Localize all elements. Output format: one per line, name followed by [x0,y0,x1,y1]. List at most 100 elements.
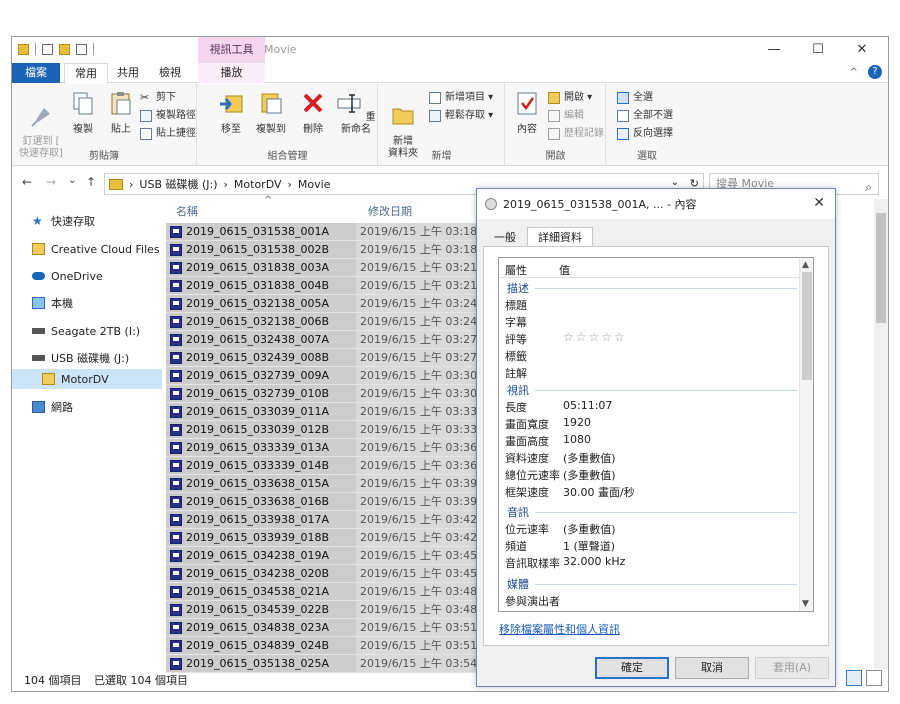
file-name-cell[interactable]: 2019_0615_034839_024B [166,637,356,655]
scroll-up-arrow-icon[interactable]: ▲ [802,260,809,270]
tab-home[interactable]: 常用 [64,63,108,84]
property-list-scrollbar[interactable]: ▲ ▼ [799,258,813,611]
dialog-close-button[interactable]: ✕ [813,195,825,211]
table-row[interactable]: 2019_0615_033039_012B 2019/6/15 上午 03:33 [166,421,484,439]
property-row[interactable]: 評等 ☆☆☆☆☆ [505,330,795,347]
table-row[interactable]: 2019_0615_033638_015A 2019/6/15 上午 03:39 [166,475,484,493]
select-none-button[interactable]: 全部不選 [617,108,673,124]
copy-to-button[interactable]: 複製到 [254,90,288,136]
file-name-cell[interactable]: 2019_0615_031538_002B [166,241,356,259]
delete-button[interactable]: 刪除 [298,90,328,136]
table-row[interactable]: 2019_0615_034238_019A 2019/6/15 上午 03:45 [166,547,484,565]
file-name-cell[interactable]: 2019_0615_033638_016B [166,493,356,511]
file-name-cell[interactable]: 2019_0615_034838_023A [166,619,356,637]
file-name-cell[interactable]: 2019_0615_033938_017A [166,511,356,529]
customize-toolbar-icon[interactable] [76,43,87,55]
property-row[interactable]: 畫面寬度 1920 [505,415,795,432]
nav-item-quick-access[interactable]: ★ 快速存取 [12,211,162,231]
open-button[interactable]: 開啟 ▾ [548,90,592,106]
breadcrumb-motordv[interactable]: MotorDV [234,178,282,191]
details-view-icon[interactable] [846,670,862,686]
property-row[interactable]: 註解 [505,364,795,381]
cancel-button[interactable]: 取消 [675,657,749,679]
table-row[interactable]: 2019_0615_034539_022B 2019/6/15 上午 03:48 [166,601,484,619]
table-row[interactable]: 2019_0615_031538_002B 2019/6/15 上午 03:18 [166,241,484,259]
move-to-button[interactable]: 移至 [216,90,246,136]
file-name-cell[interactable]: 2019_0615_032739_009A [166,367,356,385]
property-row[interactable]: 總位元速率 (多重數值) [505,466,795,483]
nav-item-seagate[interactable]: Seagate 2TB (I:) [12,321,162,341]
cut-button[interactable]: ✂ 剪下 [140,90,176,106]
file-name-cell[interactable]: 2019_0615_033039_011A [166,403,356,421]
file-name-cell[interactable]: 2019_0615_034238_020B [166,565,356,583]
nav-item-onedrive[interactable]: OneDrive [12,266,162,286]
file-name-cell[interactable]: 2019_0615_033638_015A [166,475,356,493]
file-name-cell[interactable]: 2019_0615_034538_021A [166,583,356,601]
property-row[interactable]: 位元速率 (多重數值) [505,520,795,537]
copy-button[interactable]: 複製 [68,90,98,136]
help-icon[interactable]: ? [868,65,882,79]
forward-button[interactable]: → [46,175,56,189]
new-item-button[interactable]: 新增項目 ▾ [429,90,493,106]
paste-button[interactable]: 貼上 [106,90,136,136]
table-row[interactable]: 2019_0615_034838_023A 2019/6/15 上午 03:51 [166,619,484,637]
file-name-cell[interactable]: 2019_0615_031838_003A [166,259,356,277]
rename-button[interactable]: 重新命名 [336,90,376,136]
property-row[interactable]: 參與演出者 [505,592,795,609]
table-row[interactable]: 2019_0615_032739_009A 2019/6/15 上午 03:30 [166,367,484,385]
property-row[interactable]: 資料速度 (多重數值) [505,449,795,466]
select-all-button[interactable]: 全選 [617,90,653,106]
tab-general[interactable]: 一般 [483,227,527,247]
paste-shortcut-button[interactable]: 貼上捷徑 [140,126,196,142]
property-row[interactable]: 長度 05:11:07 [505,398,795,415]
table-row[interactable]: 2019_0615_032138_006B 2019/6/15 上午 03:24 [166,313,484,331]
tab-share[interactable]: 共用 [108,63,148,83]
file-name-cell[interactable]: 2019_0615_032138_006B [166,313,356,331]
file-name-cell[interactable]: 2019_0615_033039_012B [166,421,356,439]
tab-play[interactable]: 播放 [198,63,265,83]
search-icon[interactable]: ⌕ [865,177,872,197]
table-row[interactable]: 2019_0615_031838_004B 2019/6/15 上午 03:21 [166,277,484,295]
file-name-cell[interactable]: 2019_0615_032138_005A [166,295,356,313]
property-row[interactable]: 頻道 1 (單聲道) [505,537,795,554]
table-row[interactable]: 2019_0615_032138_005A 2019/6/15 上午 03:24 [166,295,484,313]
property-row[interactable]: 畫面高度 1080 [505,432,795,449]
file-name-cell[interactable]: 2019_0615_031838_004B [166,277,356,295]
table-row[interactable]: 2019_0615_033339_014B 2019/6/15 上午 03:36 [166,457,484,475]
large-icons-view-icon[interactable] [866,670,882,686]
column-header-property[interactable]: 屬性 [505,262,527,278]
breadcrumb-movie[interactable]: Movie [298,178,331,191]
table-row[interactable]: 2019_0615_032739_010B 2019/6/15 上午 03:30 [166,385,484,403]
property-row[interactable]: 標籤 [505,347,795,364]
new-folder-icon[interactable] [59,43,70,55]
recent-locations-button[interactable]: ⌄ [68,175,76,186]
scroll-down-arrow-icon[interactable]: ▼ [802,599,809,609]
up-button[interactable]: ↑ [86,175,96,189]
scrollbar-thumb[interactable] [876,213,886,323]
file-name-cell[interactable]: 2019_0615_033339_014B [166,457,356,475]
table-row[interactable]: 2019_0615_033638_016B 2019/6/15 上午 03:39 [166,493,484,511]
tab-view[interactable]: 檢視 [150,63,190,83]
file-list-scrollbar[interactable] [874,199,888,669]
minimize-button[interactable]: — [752,39,796,61]
file-name-cell[interactable]: 2019_0615_032439_008B [166,349,356,367]
remove-properties-link[interactable]: 移除檔案屬性和個人資訊 [499,621,620,637]
tab-file[interactable]: 檔案 [12,63,60,83]
table-row[interactable]: 2019_0615_033939_018B 2019/6/15 上午 03:42 [166,529,484,547]
table-row[interactable]: 2019_0615_033039_011A 2019/6/15 上午 03:33 [166,403,484,421]
easy-access-button[interactable]: 輕鬆存取 ▾ [429,108,493,124]
property-row[interactable]: 框架速度 30.00 畫面/秒 [505,483,795,500]
file-name-cell[interactable]: 2019_0615_034539_022B [166,601,356,619]
address-dropdown-button[interactable]: ⌄ [671,177,679,188]
ok-button[interactable]: 確定 [595,657,669,679]
copy-path-button[interactable]: 複製路徑 [140,108,196,124]
table-row[interactable]: 2019_0615_034538_021A 2019/6/15 上午 03:48 [166,583,484,601]
column-header-value[interactable]: 值 [559,262,570,278]
table-row[interactable]: 2019_0615_032439_008B 2019/6/15 上午 03:27 [166,349,484,367]
property-list[interactable]: 屬性 值 描述 標題 字幕 評等 ☆☆☆☆☆ 標籤 註解 視訊 長度 05:11:0… [498,257,814,612]
apply-button[interactable]: 套用(A) [755,657,829,679]
table-row[interactable]: 2019_0615_031538_001A 2019/6/15 上午 03:18 [166,223,484,241]
maximize-button[interactable]: ☐ [796,39,840,61]
properties-button[interactable]: 內容 [512,90,542,136]
file-name-cell[interactable]: 2019_0615_033339_013A [166,439,356,457]
